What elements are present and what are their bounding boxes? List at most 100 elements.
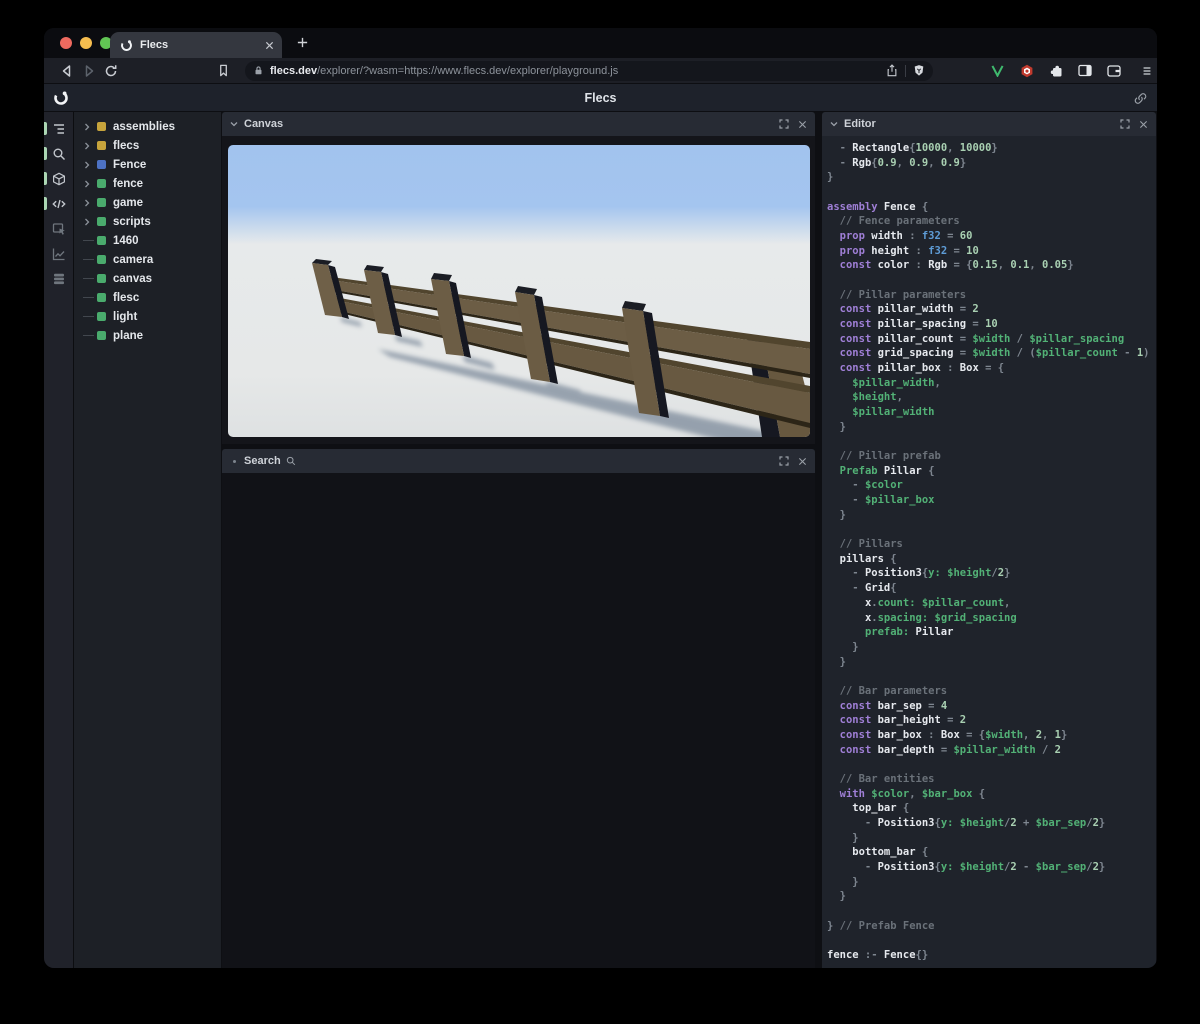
expand-chevron-icon[interactable] [83,218,97,226]
canvas-panel: Canvas [222,112,815,444]
code-line: } [827,171,834,184]
expand-chevron-icon[interactable] [83,180,97,188]
expand-chevron-icon[interactable] [83,161,97,169]
code-line: } [827,508,846,521]
tree-item-label: flesc [113,291,140,304]
canvas-viewport[interactable] [222,136,815,444]
tree-item-assemblies[interactable]: assemblies [74,117,221,136]
expand-chevron-icon[interactable] [83,199,97,207]
bullet-icon [233,459,236,463]
hexagon-extension-icon[interactable] [1018,62,1035,79]
expand-chevron-icon[interactable] [83,123,97,131]
entity-color-square [97,255,106,264]
tree-guide-line [83,278,97,279]
entity-color-square [97,160,106,169]
query-search-icon[interactable] [44,141,74,166]
browser-menu-icon[interactable] [1136,60,1157,82]
code-line: - $pillar_box [827,494,935,507]
tree-item-flecs[interactable]: flecs [74,136,221,155]
entity-color-square [97,331,106,340]
wallet-icon[interactable] [1105,62,1122,79]
active-indicator [44,147,47,160]
browser-tab[interactable]: Flecs [110,32,282,58]
entity-color-square [97,198,106,207]
tree-item-plane[interactable]: plane [74,326,221,345]
search-icon[interactable] [286,456,296,466]
expand-chevron-icon[interactable] [83,142,97,150]
close-panel-icon[interactable] [798,457,807,466]
minimize-window-button[interactable] [80,37,92,49]
entity-color-square [97,236,106,245]
sidebar-panel-icon[interactable] [1076,62,1093,79]
tables-stack-icon[interactable] [44,266,74,291]
code-editor[interactable]: - Rectangle{10000, 10000} - Rgb{0.9, 0.9… [822,136,1156,968]
inspector-icon[interactable] [44,216,74,241]
forward-button[interactable] [78,60,100,82]
share-icon[interactable] [886,64,898,77]
expand-panel-icon[interactable] [1120,119,1130,129]
tree-item-Fence[interactable]: Fence [74,155,221,174]
tree-guide-line [83,240,97,241]
back-button[interactable] [56,60,78,82]
tree-item-canvas[interactable]: canvas [74,269,221,288]
tab-close-icon[interactable] [265,41,274,50]
share-link-icon[interactable] [1134,92,1147,110]
code-icon[interactable] [44,191,74,216]
close-panel-icon[interactable] [798,120,807,129]
3d-fence-render[interactable] [228,145,810,437]
tree-item-light[interactable]: light [74,307,221,326]
search-results-area[interactable] [222,473,815,968]
window-controls [60,37,112,49]
code-line: } [827,420,846,433]
chevron-down-icon[interactable] [830,120,838,128]
main-content: assemblies flecs Fence fence game scripts 1460… [44,112,1157,968]
extensions-row [989,62,1122,79]
close-panel-icon[interactable] [1139,120,1148,129]
code-line: $pillar_width, [852,376,941,389]
close-window-button[interactable] [60,37,72,49]
code-line: const pillar_box : Box = { [839,362,1005,375]
reload-button[interactable] [100,60,122,82]
code-line: // Fence parameters [827,215,960,228]
flecs-logo-icon [121,39,132,51]
tree-item-1460[interactable]: 1460 [74,231,221,250]
bookmark-icon[interactable] [212,60,234,82]
active-indicator [44,172,47,185]
code-line: const pillar_count = $width / $pillar_sp… [839,332,1125,345]
stats-chart-icon[interactable] [44,241,74,266]
code-line: const bar_height = 2 [839,714,967,727]
code-line: - Rectangle{10000, 10000} [827,142,998,154]
tree-item-label: 1460 [113,234,139,247]
expand-panel-icon[interactable] [779,119,789,129]
code-line: fence :- Fence{} [827,948,929,961]
tree-item-game[interactable]: game [74,193,221,212]
expand-panel-icon[interactable] [779,456,789,466]
v-extension-icon[interactable] [989,62,1006,79]
tree-item-fence[interactable]: fence [74,174,221,193]
browser-toolbar: flecs.dev /explorer/?wasm=https://www.fl… [44,58,1157,84]
chevron-down-icon[interactable] [230,120,238,128]
tree-item-camera[interactable]: camera [74,250,221,269]
tree-item-flesc[interactable]: flesc [74,288,221,307]
entity-color-square [97,274,106,283]
new-tab-button[interactable] [296,36,309,49]
editor-panel: Editor - Rectangle{10000, 10000} - Rgb{0… [822,112,1156,968]
brave-shield-icon[interactable] [913,64,925,77]
scene-cube-icon[interactable] [44,166,74,191]
url-bar[interactable]: flecs.dev /explorer/?wasm=https://www.fl… [245,60,933,81]
entity-tree-icon[interactable] [44,116,74,141]
icon-rail [44,112,74,968]
code-line: } [827,655,846,668]
tree-item-label: game [113,196,144,209]
code-line: x.count: $pillar_count, [864,596,1011,609]
entity-color-square [97,122,106,131]
code-line: bottom_bar { [852,846,929,859]
code-line: prop width : f32 = 60 [839,230,973,243]
code-line: } [827,640,859,653]
canvas-panel-title: Canvas [244,118,284,130]
editor-panel-title: Editor [844,118,876,130]
extensions-puzzle-icon[interactable] [1047,62,1064,79]
tree-item-scripts[interactable]: scripts [74,212,221,231]
